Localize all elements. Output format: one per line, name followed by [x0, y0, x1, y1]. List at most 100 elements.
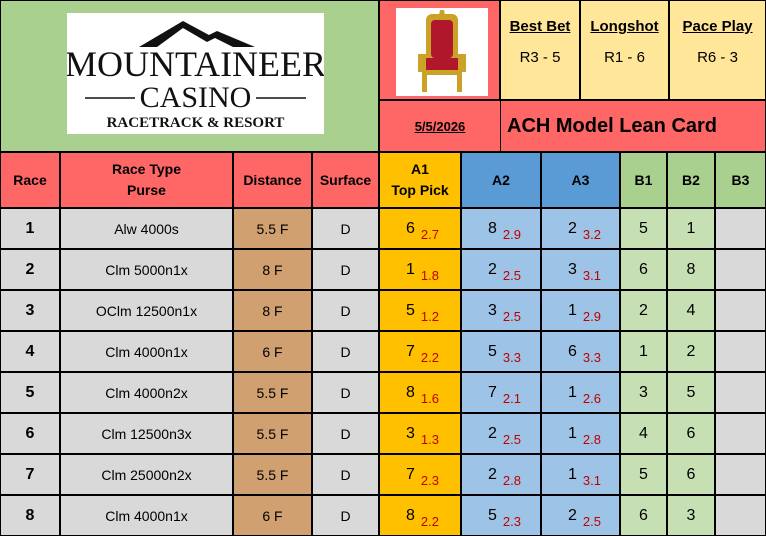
row-8-race-type: Clm 4000n1x: [61, 496, 232, 535]
logo-line-2: CASINO: [140, 81, 252, 114]
row-4-race-type: Clm 4000n1x: [61, 332, 232, 371]
row-7-race-number: 7: [1, 455, 59, 494]
row-3-race-type: OClm 12500n1x: [61, 291, 232, 330]
a1-pick-odds: 1.6: [420, 391, 439, 406]
row-6-a1-pick: 3 1.3: [380, 414, 460, 453]
longshot-box: Longshot R1 - 6: [581, 1, 668, 99]
a1-pick-number: 7: [406, 465, 415, 483]
row-2-a1-pick: 1 1.8: [380, 250, 460, 289]
a2-pick-number: 2: [488, 465, 497, 483]
row-6-surface: D: [313, 414, 378, 453]
row-8-a1-pick: 8 2.2: [380, 496, 460, 535]
row-7-b2-pick: 6: [668, 455, 714, 494]
row-3-b3-pick: [716, 291, 765, 330]
a2-pick-number: 2: [488, 424, 497, 442]
row-3-surface: D: [313, 291, 378, 330]
row-8-b1-pick: 6: [621, 496, 666, 535]
a3-pick-number: 1: [568, 383, 577, 401]
row-3-distance: 8 F: [234, 291, 311, 330]
best-bet-label: Best Bet: [509, 18, 571, 35]
a2-pick-odds: 2.5: [502, 309, 521, 324]
a2-pick-odds: 3.3: [502, 350, 521, 365]
row-4-a3-pick: 6 3.3: [542, 332, 619, 371]
card-date: 5/5/2026: [380, 101, 500, 151]
row-4-b2-pick: 2: [668, 332, 714, 371]
row-2-distance: 8 F: [234, 250, 311, 289]
pace-play-value: R6 - 3: [697, 49, 738, 66]
throne-image: [396, 8, 488, 96]
row-8-distance: 6 F: [234, 496, 311, 535]
row-5-b3-pick: [716, 373, 765, 412]
a3-pick-number: 1: [568, 465, 577, 483]
header-a3: A3: [542, 153, 619, 207]
a2-pick-odds: 2.8: [502, 473, 521, 488]
pace-play-box: Pace Play R6 - 3: [670, 1, 765, 99]
row-5-race-number: 5: [1, 373, 59, 412]
card-title: ACH Model Lean Card: [501, 101, 765, 151]
row-8-b2-pick: 3: [668, 496, 714, 535]
row-4-distance: 6 F: [234, 332, 311, 371]
row-1-race-number: 1: [1, 209, 59, 248]
row-7-surface: D: [313, 455, 378, 494]
a3-pick-number: 6: [568, 342, 577, 360]
header-race-type-line2: Purse: [127, 182, 166, 198]
a3-pick-number: 1: [568, 424, 577, 442]
header-race-type-line1: Race Type: [112, 161, 181, 177]
a3-pick-number: 3: [568, 260, 577, 278]
row-3-a2-pick: 3 2.5: [462, 291, 540, 330]
a2-pick-number: 3: [488, 301, 497, 319]
a1-pick-odds: 1.8: [420, 268, 439, 283]
row-2-race-type: Clm 5000n1x: [61, 250, 232, 289]
header-a1-line2: Top Pick: [391, 182, 449, 198]
row-7-race-type: Clm 25000n2x: [61, 455, 232, 494]
header-b2: B2: [668, 153, 714, 207]
a1-pick-number: 7: [406, 342, 415, 360]
a3-pick-number: 2: [568, 506, 577, 524]
row-4-a2-pick: 5 3.3: [462, 332, 540, 371]
logo-panel: MOUNTAINEER CASINO RACETRACK & RESORT: [1, 1, 378, 151]
a1-pick-odds: 2.2: [420, 350, 439, 365]
a2-pick-odds: 2.5: [502, 268, 521, 283]
logo-line-3: RACETRACK & RESORT: [107, 115, 285, 131]
row-5-distance: 5.5 F: [234, 373, 311, 412]
row-2-race-number: 2: [1, 250, 59, 289]
row-2-a2-pick: 2 2.5: [462, 250, 540, 289]
mountain-logo-icon: MOUNTAINEER CASINO RACETRACK & RESORT: [65, 21, 326, 131]
a1-pick-number: 6: [406, 219, 415, 237]
pace-play-label: Pace Play: [682, 18, 753, 35]
a1-pick-number: 5: [406, 301, 415, 319]
a1-pick-number: 3: [406, 424, 415, 442]
row-5-b2-pick: 5: [668, 373, 714, 412]
throne-icon: [418, 10, 466, 92]
header-surface: Surface: [313, 153, 378, 207]
row-6-b2-pick: 6: [668, 414, 714, 453]
a1-pick-number: 1: [406, 260, 415, 278]
row-7-a3-pick: 1 3.1: [542, 455, 619, 494]
row-2-surface: D: [313, 250, 378, 289]
row-6-race-type: Clm 12500n3x: [61, 414, 232, 453]
best-bet-value: R3 - 5: [519, 49, 561, 66]
row-5-a1-pick: 8 1.6: [380, 373, 460, 412]
a3-pick-number: 1: [568, 301, 577, 319]
row-7-distance: 5.5 F: [234, 455, 311, 494]
throne-panel: [380, 1, 499, 99]
row-1-b3-pick: [716, 209, 765, 248]
a1-pick-number: 8: [406, 506, 415, 524]
header-b3: B3: [716, 153, 765, 207]
row-6-a2-pick: 2 2.5: [462, 414, 540, 453]
a2-pick-number: 5: [488, 506, 497, 524]
a3-pick-odds: 2.6: [582, 391, 601, 406]
a1-pick-odds: 2.2: [420, 514, 439, 529]
a1-pick-number: 8: [406, 383, 415, 401]
a3-pick-number: 2: [568, 219, 577, 237]
a2-pick-number: 5: [488, 342, 497, 360]
best-bet-box: Best Bet R3 - 5: [501, 1, 579, 99]
row-2-b2-pick: 8: [668, 250, 714, 289]
row-4-surface: D: [313, 332, 378, 371]
a3-pick-odds: 3.1: [582, 473, 601, 488]
row-1-b2-pick: 1: [668, 209, 714, 248]
row-1-a1-pick: 6 2.7: [380, 209, 460, 248]
row-3-b2-pick: 4: [668, 291, 714, 330]
a2-pick-odds: 2.3: [502, 514, 521, 529]
a3-pick-odds: 2.8: [582, 432, 601, 447]
